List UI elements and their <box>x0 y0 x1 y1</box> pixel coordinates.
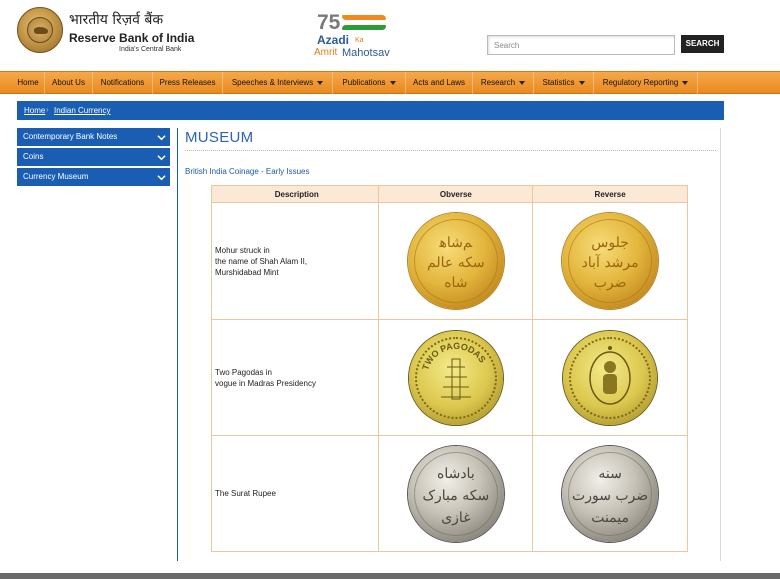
table-row: Mohur struck in the name of Shah Alam II… <box>210 202 688 320</box>
breadcrumb: Home › Indian Currency <box>17 101 724 120</box>
site-title[interactable]: Reserve Bank of India <box>69 31 194 45</box>
reverse-cell: ﺟﻠﻮﺱ ﻣﺮﺷﺪ ﺁﺑﺎﺩ ﺿﺮﺏ <box>532 202 688 320</box>
obverse-cell: ﻢﺷﺎﻫ ﺳﮑﻪ ﻋﺎﻟﻢ ﺷﺎﻩ <box>378 202 534 320</box>
two-pagodas-obverse-coin[interactable]: TWO PAGODAS <box>408 330 503 425</box>
section-title: British India Coinage - Early Issues <box>185 167 310 176</box>
rbi-seal-icon[interactable] <box>17 7 63 53</box>
nav-item-label: Research <box>480 78 516 87</box>
description-line: Mohur struck in <box>215 245 270 255</box>
description-line: Murshidabad Mint <box>215 267 279 277</box>
content-left-border <box>177 128 178 561</box>
search-input[interactable] <box>487 35 675 55</box>
nav-item-statistics[interactable]: Statistics <box>534 72 594 94</box>
search-button[interactable]: SEARCH <box>681 35 724 53</box>
gold-mohur-obverse-coin[interactable]: ﻢﺷﺎﻫ ﺳﮑﻪ ﻋﺎﻟﻢ ﺷﺎﻩ <box>407 213 504 309</box>
column-header-obverse: Obverse <box>378 185 534 203</box>
reverse-cell: ﺳﻨﻪ ﺿﺮﺏ ﺳﻮﺭﺕ ﻣﻴﻤﻨﺖ <box>532 435 688 552</box>
nav-item-publications[interactable]: Publications <box>333 72 406 94</box>
logo-amrit: Amrit <box>314 47 338 58</box>
sidebar-item-currency-museum[interactable]: Currency Museum <box>17 168 170 186</box>
nav-item-label: Press Releases <box>159 78 216 87</box>
chevron-down-icon <box>157 155 166 161</box>
table-row: The Surat Rupee ﺑﺎﺩﺷﺎﻩ ﺳﮑﻪ ﻣﺒﺎﺭﮎ ﻏﺎﺯﯼ ﺳﻨ… <box>210 435 688 552</box>
sidebar-item-coins[interactable]: Coins <box>17 148 170 166</box>
site-title-hindi[interactable]: भारतीय रिज़र्व बैंक <box>69 10 163 29</box>
column-header-description: Description <box>210 185 380 203</box>
logo-mahotsav: Mahotsav <box>342 47 390 59</box>
sidebar-item-label: Currency Museum <box>23 172 89 181</box>
nav-item-label: Publications <box>342 78 386 87</box>
logo-75: 75 <box>317 11 341 34</box>
tricolor-flag-icon <box>342 15 386 31</box>
tiger-emblem-icon <box>34 27 48 34</box>
surat-rupee-reverse-coin[interactable]: ﺳﻨﻪ ﺿﺮﺏ ﺳﻮﺭﺕ ﻣﻴﻤﻨﺖ <box>562 445 659 542</box>
chevron-down-icon <box>157 135 166 141</box>
logo-ka: Ka <box>355 37 364 44</box>
content-right-border <box>720 128 721 561</box>
site-header: भारतीय रिज़र्व बैंक Reserve Bank of Indi… <box>0 0 780 70</box>
column-header-reverse: Reverse <box>532 185 688 203</box>
obverse-cell: ﺑﺎﺩﺷﺎﻩ ﺳﮑﻪ ﻣﺒﺎﺭﮎ ﻏﺎﺯﯼ <box>378 435 534 552</box>
table-row: Two Pagodas in vogue in Madras Presidenc… <box>210 319 688 436</box>
nav-item-home[interactable]: Home <box>12 72 45 94</box>
main-nav: Home About Us Notifications Press Releases S… <box>0 71 780 94</box>
nav-item-speeches-interviews[interactable]: Speeches & Interviews <box>223 72 333 94</box>
nav-item-regulatory-reporting[interactable]: Regulatory Reporting <box>594 72 698 94</box>
two-pagodas-reverse-coin[interactable] <box>563 330 658 425</box>
nav-item-notifications[interactable]: Notifications <box>93 72 153 94</box>
nav-item-label: About Us <box>52 78 85 87</box>
caret-down-icon <box>317 80 324 85</box>
nav-item-about-us[interactable]: About Us <box>45 72 93 94</box>
azadi-ka-amrit-mahotsav-logo[interactable]: 75 Azadi Ka Amrit Mahotsav <box>313 11 403 63</box>
deity-figure-icon <box>589 345 631 405</box>
surat-rupee-obverse-coin[interactable]: ﺑﺎﺩﺷﺎﻩ ﺳﮑﻪ ﻣﺒﺎﺭﮎ ﻏﺎﺯﯼ <box>407 445 504 542</box>
breadcrumb-indian-currency[interactable]: Indian Currency <box>54 106 110 115</box>
gold-mohur-reverse-coin[interactable]: ﺟﻠﻮﺱ ﻣﺮﺷﺪ ﺁﺑﺎﺩ ﺿﺮﺏ <box>562 213 659 309</box>
title-divider <box>185 150 716 151</box>
chevron-down-icon <box>157 175 166 181</box>
sidebar-item-label: Coins <box>23 152 44 161</box>
nav-item-label: Notifications <box>100 78 145 87</box>
pagoda-temple-icon: TWO PAGODAS <box>420 340 488 399</box>
coin-description: Two Pagodas in vogue in Madras Presidenc… <box>210 319 380 436</box>
breadcrumb-home[interactable]: Home <box>24 106 45 115</box>
page-title: MUSEUM <box>185 129 254 146</box>
nav-item-acts-and-laws[interactable]: Acts and Laws <box>406 72 473 94</box>
site-subtitle: India's Central Bank <box>119 46 182 53</box>
seal-inner-ring <box>27 17 53 43</box>
caret-down-icon <box>682 80 689 85</box>
caret-down-icon <box>519 80 526 85</box>
nav-item-research[interactable]: Research <box>473 72 534 94</box>
nav-item-label: Home <box>17 78 39 87</box>
nav-item-label: Acts and Laws <box>412 78 466 87</box>
nav-item-press-releases[interactable]: Press Releases <box>153 72 223 94</box>
description-line: Two Pagodas in <box>215 367 272 377</box>
coin-table: Description Obverse Reverse Mohur struck… <box>210 185 688 552</box>
nav-item-label: Speeches & Interviews <box>231 78 314 87</box>
table-header-row: Description Obverse Reverse <box>210 185 688 203</box>
nav-item-label: Regulatory Reporting <box>602 78 679 87</box>
caret-down-icon <box>578 80 585 85</box>
coin-description: Mohur struck in the name of Shah Alam II… <box>210 202 380 320</box>
footer-bar <box>0 573 780 579</box>
obverse-cell: TWO PAGODAS <box>378 319 534 436</box>
breadcrumb-separator: › <box>46 105 49 114</box>
logo-azadi: Azadi <box>317 33 350 47</box>
reverse-cell <box>532 319 688 436</box>
sidebar-item-contemporary-bank-notes[interactable]: Contemporary Bank Notes <box>17 128 170 146</box>
sidebar-item-label: Contemporary Bank Notes <box>23 132 118 141</box>
coin-description: The Surat Rupee <box>210 435 380 552</box>
description-line: vogue in Madras Presidency <box>215 378 316 388</box>
caret-down-icon <box>389 80 396 85</box>
description-line: The Surat Rupee <box>215 489 276 498</box>
description-line: the name of Shah Alam II, <box>215 256 308 266</box>
nav-item-label: Statistics <box>542 78 575 87</box>
